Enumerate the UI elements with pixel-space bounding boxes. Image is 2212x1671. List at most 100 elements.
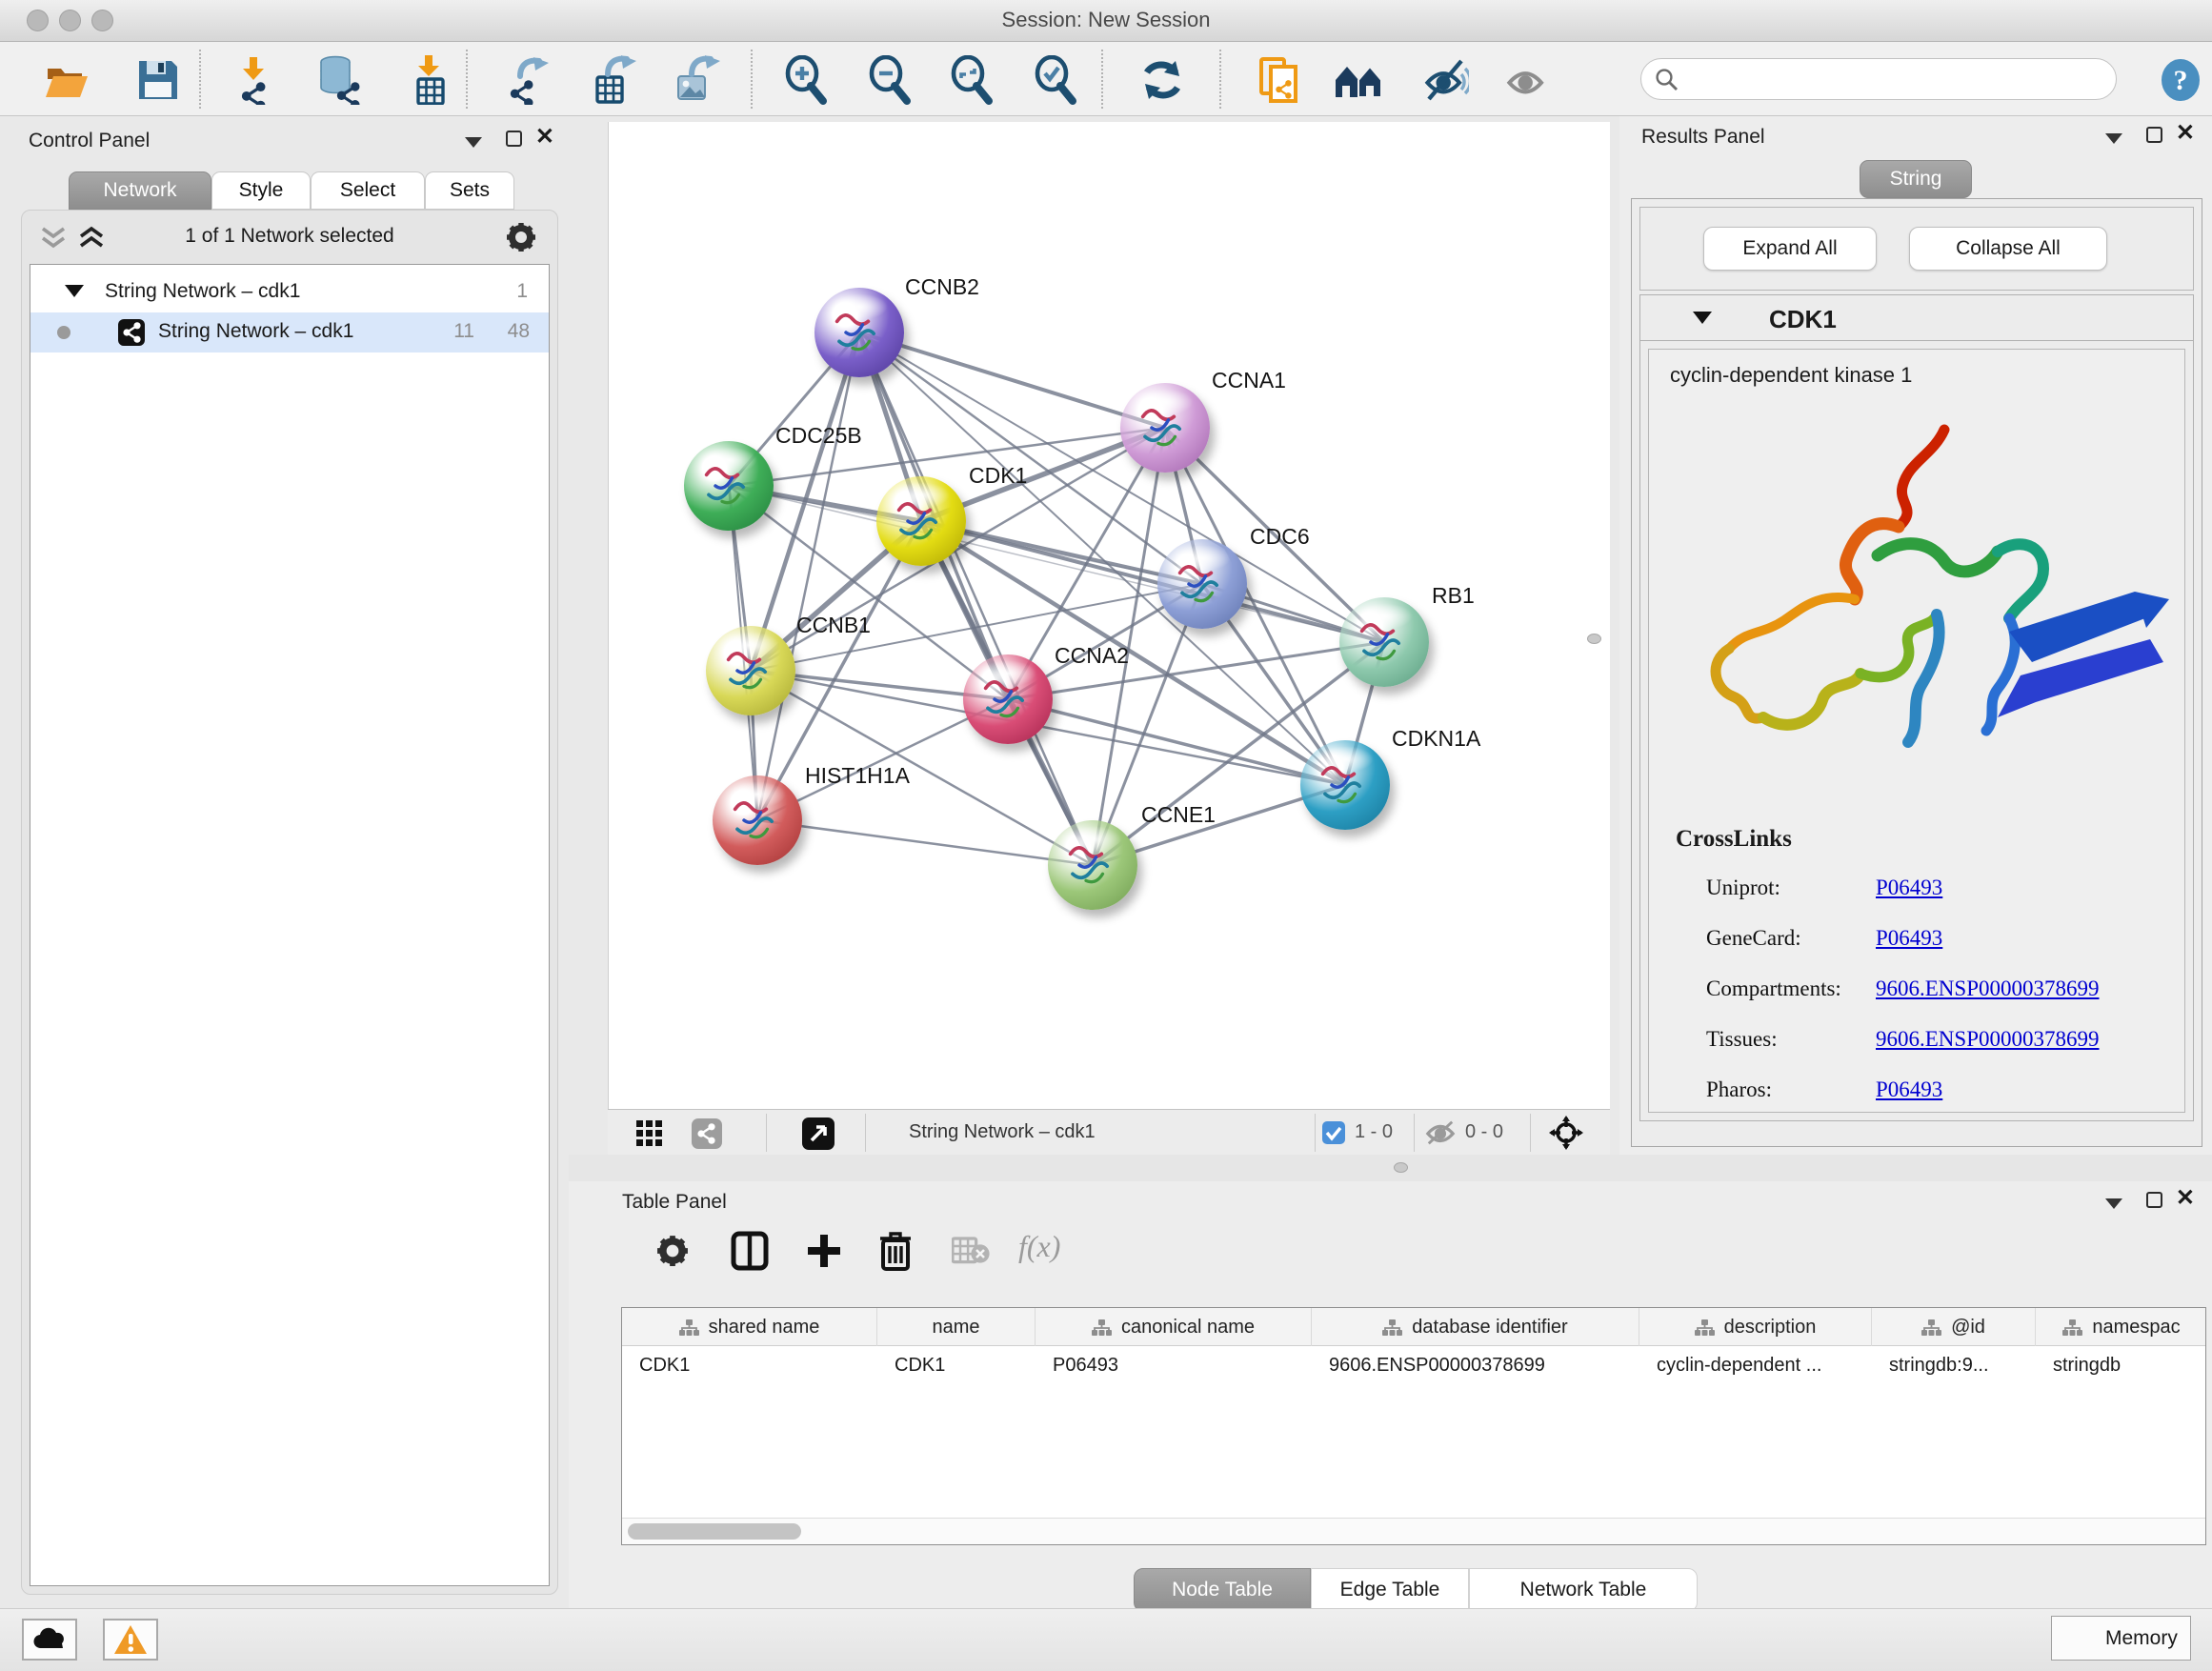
zoom-fit-icon[interactable]: [947, 55, 996, 105]
network-node-cdkn1a[interactable]: [1300, 740, 1390, 830]
cell-id[interactable]: stringdb:9...: [1872, 1346, 2036, 1384]
cell-name[interactable]: CDK1: [877, 1346, 1036, 1384]
network-node-cdc6[interactable]: [1157, 539, 1247, 629]
tab-select[interactable]: Select: [311, 171, 425, 210]
refresh-icon[interactable]: [1137, 55, 1187, 105]
column-header[interactable]: description: [1639, 1308, 1872, 1346]
tab-network[interactable]: Network: [69, 171, 211, 210]
selected-checkbox-icon[interactable]: [1322, 1121, 1345, 1144]
network-view-icon[interactable]: [692, 1118, 722, 1149]
network-state-dot: [57, 326, 70, 339]
crosslink-tissues-link[interactable]: 9606.ENSP00000378699: [1876, 1027, 2100, 1052]
zoom-selected-icon[interactable]: [1031, 55, 1080, 105]
network-node-ccnb1[interactable]: [706, 626, 795, 715]
results-panel-minimize-icon[interactable]: [2105, 133, 2122, 144]
column-header[interactable]: database identifier: [1312, 1308, 1639, 1346]
network-node-ccna2[interactable]: [963, 654, 1053, 744]
cell-description[interactable]: cyclin-dependent ...: [1639, 1346, 1872, 1384]
delete-table-icon[interactable]: [952, 1237, 990, 1265]
search-input[interactable]: [1691, 63, 2101, 95]
show-all-icon[interactable]: [1501, 55, 1551, 105]
cell-namespace[interactable]: stringdb: [2036, 1346, 2207, 1384]
horizontal-splitter-handle[interactable]: [1394, 1162, 1408, 1173]
network-canvas[interactable]: CCNB2CCNA1CDC25BCDK1CDC6RB1CCNB1CCNA2CDK…: [608, 122, 1610, 1109]
expand-all-button[interactable]: Expand All: [1703, 227, 1877, 271]
column-header[interactable]: namespac: [2036, 1308, 2207, 1346]
column-header[interactable]: canonical name: [1036, 1308, 1312, 1346]
network-node-ccnb2[interactable]: [814, 288, 904, 377]
grid-view-icon[interactable]: [636, 1120, 663, 1147]
table-row[interactable]: CDK1 CDK1 P06493 9606.ENSP00000378699 cy…: [622, 1346, 2205, 1384]
table-gear-icon[interactable]: [656, 1235, 689, 1267]
delete-column-icon[interactable]: [877, 1229, 914, 1273]
table-horizontal-scrollbar[interactable]: [622, 1518, 2205, 1544]
help-icon[interactable]: ?: [2159, 58, 2202, 102]
open-file-icon[interactable]: [42, 55, 91, 105]
cell-database-identifier[interactable]: 9606.ENSP00000378699: [1312, 1346, 1639, 1384]
detach-view-icon[interactable]: [802, 1117, 835, 1150]
collection-expand-icon[interactable]: [65, 285, 84, 297]
memory-button[interactable]: Memory: [2051, 1616, 2191, 1661]
horizontal-divider[interactable]: [569, 1155, 2212, 1181]
crosslink-compartments-link[interactable]: 9606.ENSP00000378699: [1876, 976, 2100, 1001]
control-panel-minimize-icon[interactable]: [465, 137, 482, 148]
network-row-selected[interactable]: String Network – cdk1 11 48: [30, 312, 549, 352]
zoom-in-icon[interactable]: [781, 55, 831, 105]
cell-canonical-name[interactable]: P06493: [1036, 1346, 1312, 1384]
network-column-icon: [679, 1319, 699, 1336]
tab-sets[interactable]: Sets: [425, 171, 514, 210]
cell-shared-name[interactable]: CDK1: [622, 1346, 877, 1384]
collapse-all-button[interactable]: Collapse All: [1909, 227, 2107, 271]
column-header[interactable]: @id: [1872, 1308, 2036, 1346]
show-columns-icon[interactable]: [731, 1231, 769, 1271]
crosslink-uniprot-link[interactable]: P06493: [1876, 876, 1942, 900]
toolbar-separator: [199, 50, 201, 109]
export-table-icon[interactable]: [589, 55, 638, 105]
save-session-icon[interactable]: [133, 55, 183, 105]
crosslink-pharos-link[interactable]: P06493: [1876, 1077, 1942, 1102]
network-node-ccna1[interactable]: [1120, 383, 1210, 473]
protein-ribbon-thumbnail: [975, 670, 1041, 729]
cloud-button[interactable]: [22, 1619, 77, 1661]
tab-network-table[interactable]: Network Table: [1469, 1568, 1698, 1612]
export-image-icon[interactable]: [673, 55, 722, 105]
import-network-database-icon[interactable]: [314, 55, 364, 105]
table-panel-minimize-icon[interactable]: [2105, 1198, 2122, 1209]
tab-edge-table[interactable]: Edge Table: [1311, 1568, 1469, 1612]
table-panel-float-icon[interactable]: [2146, 1192, 2162, 1208]
toolbar-search: [1640, 58, 2117, 100]
export-network-icon[interactable]: [503, 55, 553, 105]
tab-node-table[interactable]: Node Table: [1134, 1568, 1311, 1612]
tab-string[interactable]: String: [1860, 160, 1972, 198]
add-column-icon[interactable]: [805, 1231, 843, 1271]
crosslink-genecard-link[interactable]: P06493: [1876, 926, 1942, 951]
results-panel-float-icon[interactable]: [2146, 127, 2162, 143]
entry-collapse-icon[interactable]: [1693, 312, 1712, 324]
cdk1-entry-header[interactable]: CDK1: [1640, 295, 2193, 341]
gear-icon[interactable]: [506, 222, 536, 252]
column-header[interactable]: shared name: [622, 1308, 877, 1346]
column-header[interactable]: name: [877, 1308, 1036, 1346]
birdseye-view-icon[interactable]: [1549, 1116, 1583, 1150]
clone-network-icon[interactable]: [1256, 55, 1305, 105]
import-network-file-icon[interactable]: [229, 55, 278, 105]
import-table-file-icon[interactable]: [404, 55, 453, 105]
warnings-button[interactable]: [103, 1619, 158, 1661]
vertical-splitter-handle[interactable]: [1587, 634, 1601, 644]
scrollbar-thumb[interactable]: [628, 1523, 801, 1540]
network-node-cdc25b[interactable]: [684, 441, 774, 531]
results-panel-close-icon[interactable]: ✕: [2176, 125, 2195, 141]
tab-style[interactable]: Style: [211, 171, 311, 210]
network-node-rb1[interactable]: [1339, 597, 1429, 687]
zoom-out-icon[interactable]: [865, 55, 915, 105]
control-panel-float-icon[interactable]: [506, 131, 522, 147]
network-node-ccne1[interactable]: [1048, 820, 1137, 910]
control-panel-close-icon[interactable]: ✕: [535, 129, 554, 145]
hide-selected-icon[interactable]: [1419, 55, 1469, 105]
table-panel-close-icon[interactable]: ✕: [2176, 1190, 2195, 1206]
network-column-icon: [1382, 1319, 1402, 1336]
network-collection-row[interactable]: String Network – cdk1 1: [30, 272, 549, 312]
network-node-hist1h1a[interactable]: [713, 775, 802, 865]
network-node-cdk1[interactable]: [876, 476, 966, 566]
first-neighbors-icon[interactable]: [1334, 55, 1383, 105]
